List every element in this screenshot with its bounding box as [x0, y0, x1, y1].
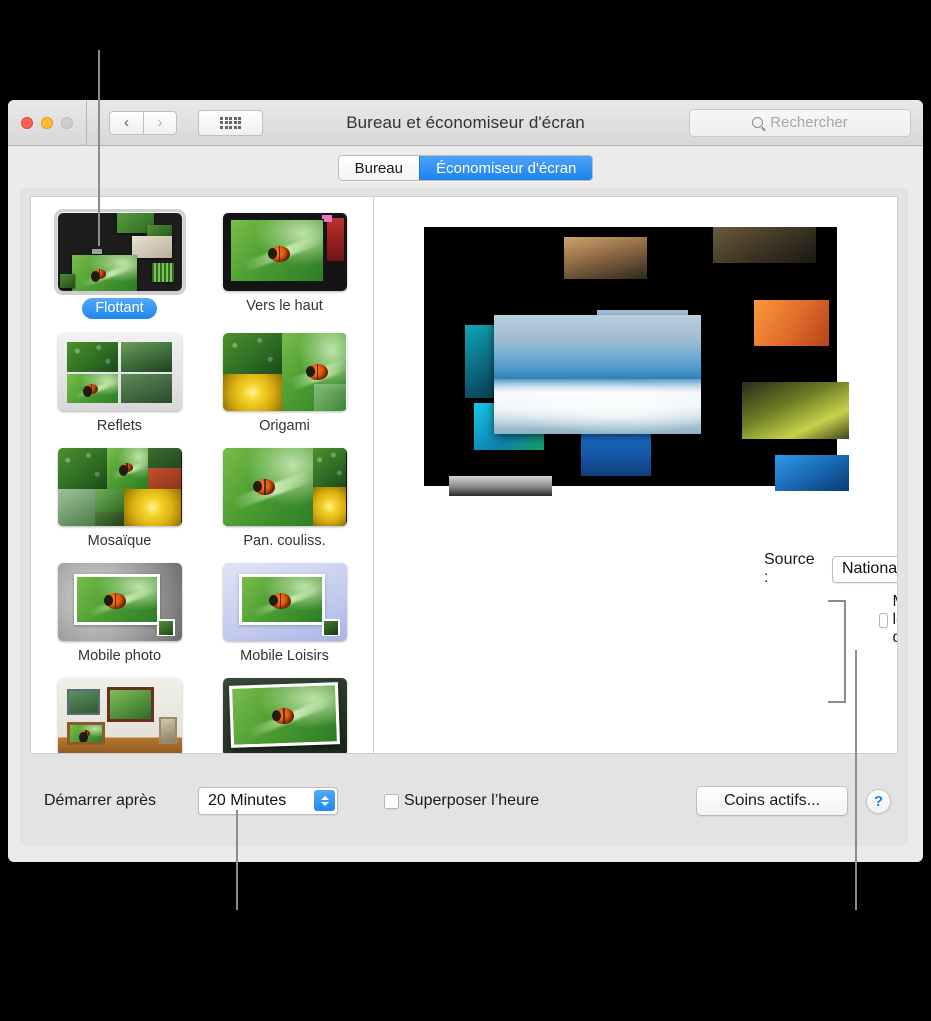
screensaver-label-mobile-photo: Mobile photo — [77, 648, 162, 664]
screensaver-thumb-galerie-murale[interactable] — [57, 678, 182, 753]
callout-line-screensaver-list — [98, 50, 100, 246]
screensaver-thumb-pan-couliss[interactable] — [222, 448, 347, 526]
shuffle-slides-checkbox[interactable] — [879, 612, 888, 628]
grid-dots-icon — [220, 116, 241, 129]
traffic-lights — [8, 116, 73, 129]
callout-bracket-source-options — [828, 600, 846, 703]
window-titlebar: ‹ › Bureau et économiseur d'écran Recher… — [8, 100, 923, 146]
overlay-clock-label: Superposer l’heure — [404, 792, 540, 809]
source-select[interactable]: National Geographic — [831, 555, 898, 583]
navigation-buttons: ‹ › — [109, 110, 177, 135]
screensaver-label-reflets: Reflets — [96, 418, 143, 434]
list-item[interactable]: Vers le haut — [202, 213, 367, 319]
chevron-right-icon: › — [157, 114, 163, 131]
help-button[interactable]: ? — [866, 788, 891, 814]
show-all-button[interactable] — [198, 109, 263, 136]
zoom-button[interactable] — [61, 116, 73, 129]
preview-pane: Source : National Geographic Mélanger le… — [374, 197, 897, 753]
source-selected-value: National Geographic — [841, 560, 898, 577]
content-area: Flottant Vers le haut Reflets Origami Mo… — [30, 196, 898, 754]
titlebar-divider — [86, 100, 87, 146]
screensaver-label-pan-couliss: Pan. couliss. — [243, 533, 326, 549]
stepper-up-down-icon[interactable] — [314, 790, 335, 811]
screensaver-thumb-flottant[interactable] — [53, 209, 186, 295]
list-item[interactable] — [202, 678, 367, 753]
bottom-bar: Démarrer après 20 Minutes Superposer l’h… — [20, 756, 908, 846]
tab-economiseur-decran[interactable]: Économiseur d'écran — [418, 156, 593, 180]
list-item[interactable] — [37, 678, 202, 753]
screensaver-thumb-mobile-loisirs[interactable] — [222, 563, 347, 641]
list-item[interactable]: Pan. couliss. — [202, 448, 367, 549]
screensaver-label-flottant: Flottant — [82, 298, 157, 319]
callout-line-delay-popup — [236, 810, 238, 910]
callout-line-options — [855, 650, 857, 910]
screensaver-label-mobile-loisirs: Mobile Loisirs — [240, 648, 329, 664]
shuffle-slides-label: Mélanger les diapositives — [892, 593, 897, 646]
list-item[interactable]: Flottant — [37, 209, 202, 319]
preferences-window: ‹ › Bureau et économiseur d'écran Recher… — [8, 100, 923, 862]
source-row: Source : National Geographic — [764, 551, 898, 587]
chevron-left-icon: ‹ — [124, 114, 129, 131]
screensaver-label-origami: Origami — [259, 418, 310, 434]
overlay-clock-checkbox[interactable] — [384, 793, 399, 809]
screensaver-thumb-reflets[interactable] — [57, 333, 182, 411]
delay-selected-value: 20 Minutes — [208, 792, 287, 809]
source-label: Source : — [764, 551, 815, 586]
screensaver-preview[interactable] — [424, 227, 850, 497]
screensaver-thumb-mobile-photo[interactable] — [57, 563, 182, 641]
search-placeholder: Rechercher — [770, 114, 848, 131]
overlay-clock-row[interactable]: Superposer l’heure — [384, 792, 539, 810]
minimize-button[interactable] — [41, 116, 53, 129]
screensaver-thumb-origami[interactable] — [222, 333, 347, 411]
screensaver-label-mosaique: Mosaïque — [87, 533, 152, 549]
search-input[interactable]: Rechercher — [689, 108, 911, 137]
list-item[interactable]: Mosaïque — [37, 448, 202, 549]
close-button[interactable] — [21, 116, 33, 129]
preferences-panel: Flottant Vers le haut Reflets Origami Mo… — [20, 188, 908, 846]
start-after-label: Démarrer après — [44, 792, 157, 809]
screensaver-thumb-vers-le-haut[interactable] — [222, 213, 347, 291]
search-icon — [752, 117, 764, 128]
screensaver-grid: Flottant Vers le haut Reflets Origami Mo… — [31, 209, 373, 753]
screensaver-label-vers-le-haut: Vers le haut — [246, 298, 323, 314]
hot-corners-button[interactable]: Coins actifs... — [696, 786, 848, 816]
segmented-control: Bureau Économiseur d'écran — [337, 155, 594, 181]
delay-select[interactable]: 20 Minutes — [198, 787, 338, 815]
screensaver-thumb-mosaique[interactable] — [57, 448, 182, 526]
forward-button[interactable]: › — [143, 110, 177, 135]
list-item[interactable]: Origami — [202, 333, 367, 434]
list-item[interactable]: Reflets — [37, 333, 202, 434]
screensaver-thumb-mur-photos[interactable] — [222, 678, 347, 753]
tab-bar: Bureau Économiseur d'écran — [8, 146, 923, 190]
tab-bureau[interactable]: Bureau — [338, 156, 419, 180]
back-button[interactable]: ‹ — [109, 110, 143, 135]
list-item[interactable]: Mobile Loisirs — [202, 563, 367, 664]
screensaver-list[interactable]: Flottant Vers le haut Reflets Origami Mo… — [31, 197, 374, 753]
shuffle-slides-row[interactable]: Mélanger les diapositives — [879, 593, 897, 647]
list-item[interactable]: Mobile photo — [37, 563, 202, 664]
